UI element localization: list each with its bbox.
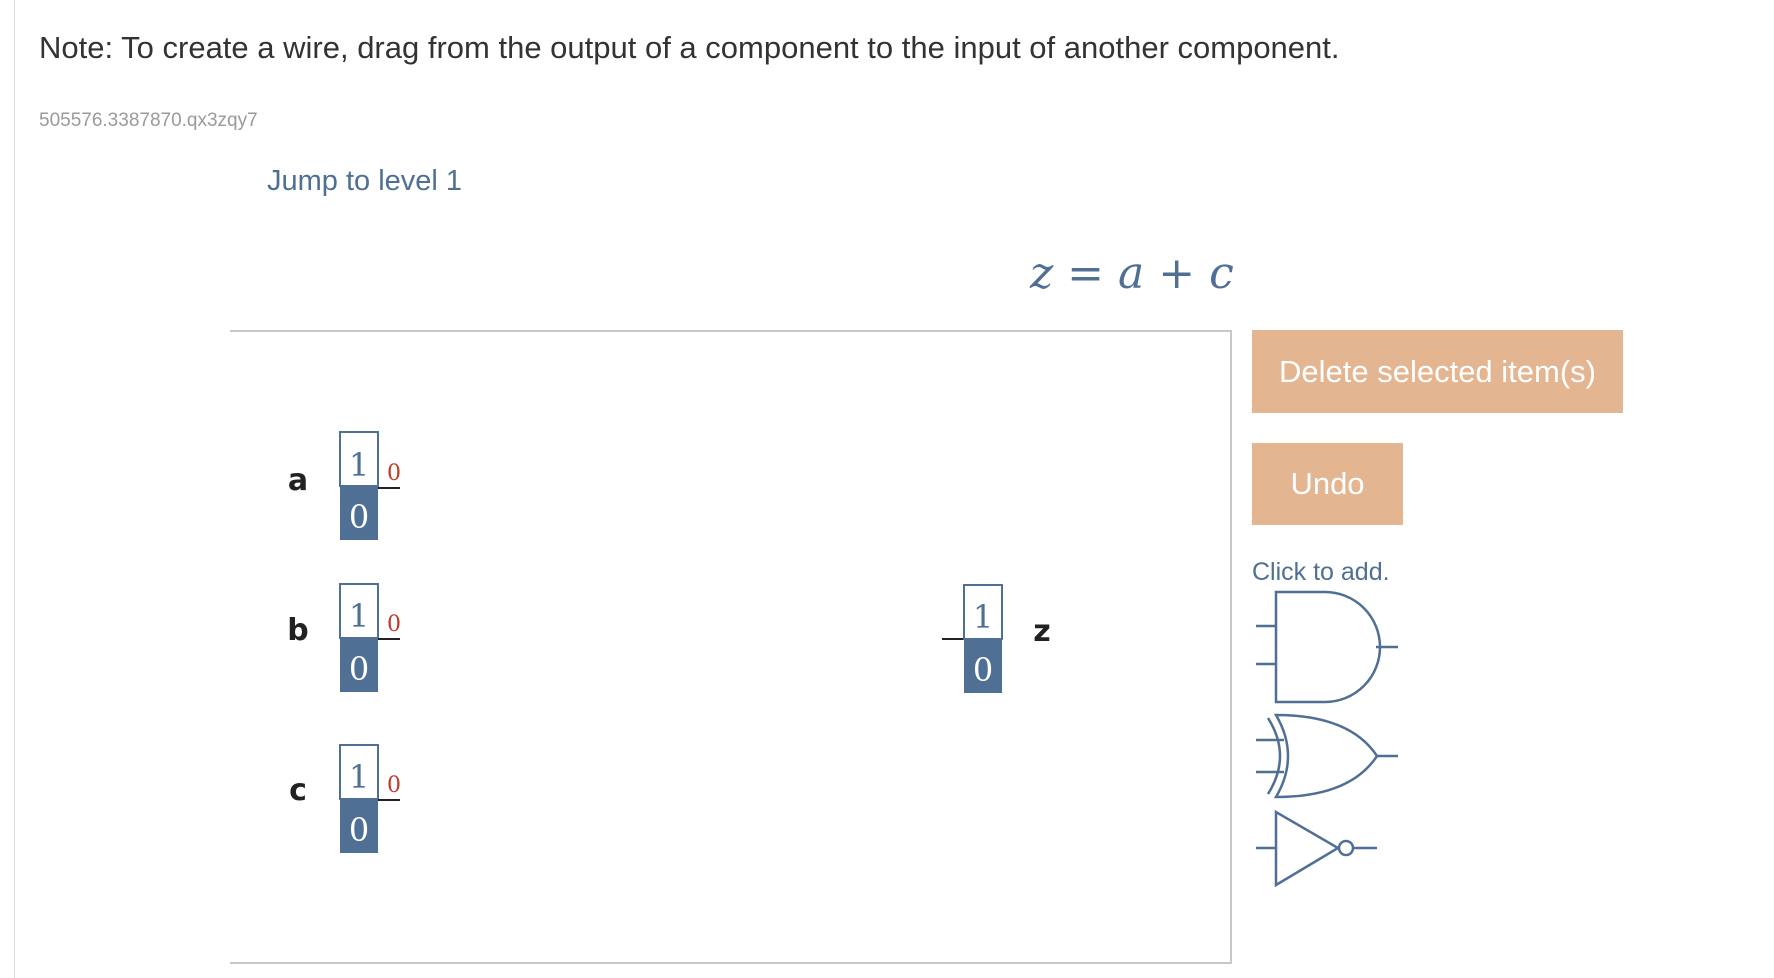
input-c-toggle-0: 0 [349,811,369,849]
page-container: Note: To create a wire, drag from the ou… [14,0,1774,978]
target-equation: z = a + c [1030,248,1234,299]
input-a-toggle[interactable]: 1 0 [339,431,379,540]
instruction-note: Note: To create a wire, drag from the ou… [39,30,1340,65]
palette-label: Click to add. [1252,558,1390,586]
jump-to-level-link[interactable]: Jump to level 1 [267,165,462,198]
circuit-canvas[interactable] [230,330,1232,964]
delete-selected-button[interactable]: Delete selected item(s) [1252,330,1623,413]
input-a-toggle-0: 0 [349,498,369,536]
input-c-toggle[interactable]: 1 0 [339,744,379,853]
input-b-toggle-0: 0 [349,650,369,688]
input-b-toggle[interactable]: 1 0 [339,583,379,692]
input-c-toggle-1: 1 [349,758,369,796]
undo-button[interactable]: Undo [1252,443,1403,525]
input-b-toggle-1: 1 [349,597,369,635]
activity-id: 505576.3387870.qx3zqy7 [39,110,258,131]
input-a-toggle-1: 1 [349,446,369,484]
